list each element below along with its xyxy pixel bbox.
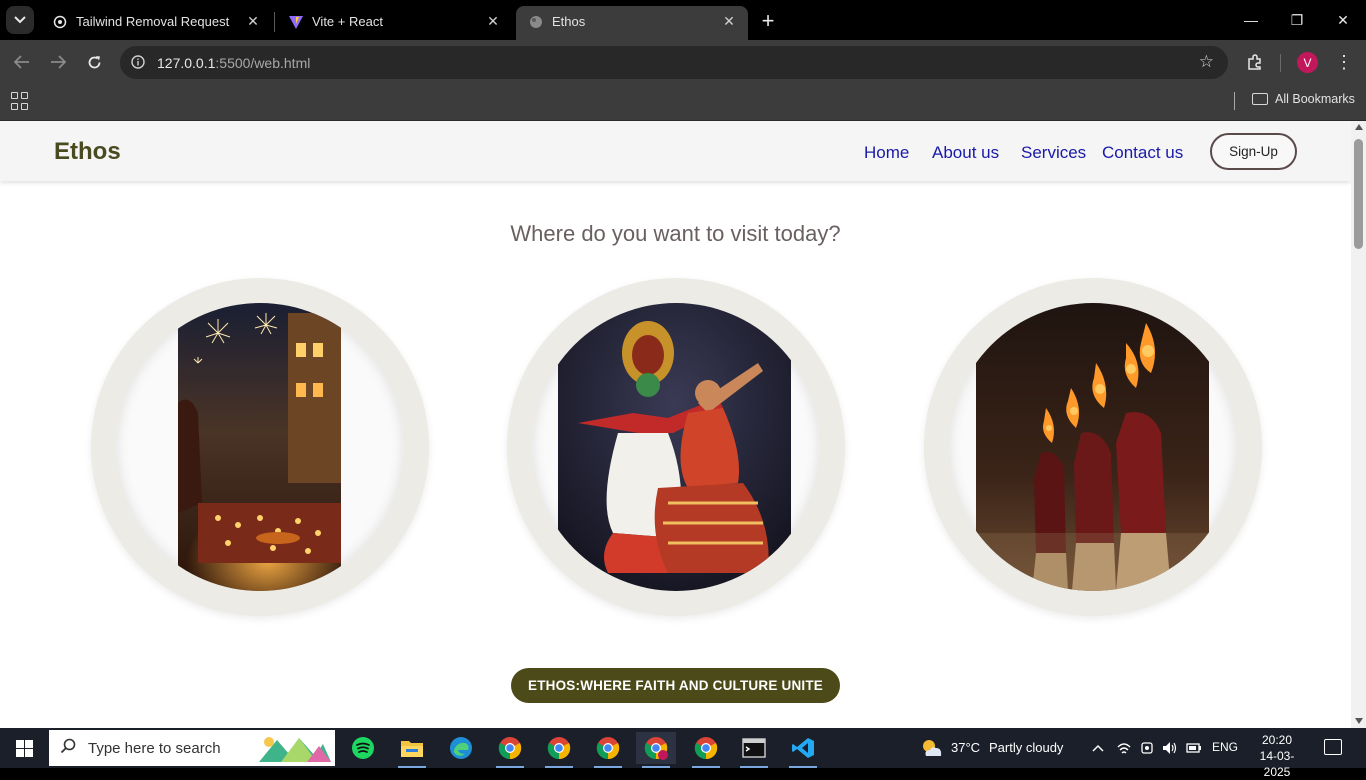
language-indicator[interactable]: ENG: [1212, 740, 1238, 754]
nav-link-about-us[interactable]: About us: [932, 143, 999, 163]
vscode-icon[interactable]: [783, 732, 823, 768]
page-scrollbar[interactable]: [1351, 121, 1366, 728]
browser-tab-bar: Tailwind Removal Request ✕ Vite + React …: [0, 0, 1366, 40]
more-menu-icon[interactable]: ⋮: [1334, 51, 1354, 73]
chrome-icon[interactable]: [588, 732, 628, 768]
folder-icon: [1252, 93, 1268, 105]
tab-title: Tailwind Removal Request: [76, 14, 230, 29]
close-icon[interactable]: ✕: [720, 12, 738, 30]
windows-taskbar: Type here to search 37°C Partly cloudy E…: [0, 728, 1366, 779]
all-bookmarks-label: All Bookmarks: [1275, 92, 1355, 106]
weather-description[interactable]: Partly cloudy: [989, 740, 1063, 755]
profile-avatar[interactable]: V: [1297, 52, 1318, 73]
new-tab-button[interactable]: +: [756, 8, 780, 33]
ganga-aarti-photo[interactable]: [976, 303, 1209, 591]
destination-card-1[interactable]: [91, 278, 429, 616]
all-bookmarks-button[interactable]: All Bookmarks: [1252, 92, 1355, 106]
reload-icon: [88, 55, 100, 68]
destination-card-frame: [532, 303, 820, 591]
site-header: Ethos Home About us Services Contact us …: [0, 121, 1351, 181]
close-icon[interactable]: ✕: [484, 12, 502, 30]
chrome-icon[interactable]: [636, 732, 676, 768]
bookmarks-bar: All Bookmarks: [0, 84, 1366, 121]
close-icon[interactable]: ✕: [244, 12, 262, 30]
file-explorer-icon[interactable]: [392, 732, 432, 768]
tab-vite-react[interactable]: Vite + React ✕: [276, 6, 512, 40]
arrow-right-icon: [51, 55, 66, 69]
chrome-icon[interactable]: [490, 732, 530, 768]
back-button[interactable]: [10, 50, 34, 74]
destination-card-3[interactable]: [924, 278, 1262, 616]
weather-temperature[interactable]: 37°C: [951, 740, 980, 755]
url-text[interactable]: 127.0.0.1:5500/web.html: [157, 55, 310, 71]
tab-divider: [274, 12, 275, 32]
classical-dance-photo[interactable]: [558, 303, 791, 591]
site-info-icon[interactable]: [130, 54, 146, 70]
site-logo[interactable]: Ethos: [54, 138, 121, 166]
scrollbar-thumb[interactable]: [1354, 139, 1363, 249]
search-icon: [60, 738, 76, 759]
address-bar[interactable]: 127.0.0.1:5500/web.html ☆: [120, 46, 1228, 79]
scroll-down-arrow-icon[interactable]: [1355, 718, 1363, 724]
tab-search-button[interactable]: [6, 6, 34, 34]
tab-tailwind-removal-request[interactable]: Tailwind Removal Request ✕: [40, 6, 272, 40]
battery-icon[interactable]: [1185, 740, 1203, 756]
extensions-icon[interactable]: [1244, 51, 1266, 73]
destination-card-frame: [949, 303, 1237, 591]
search-placeholder: Type here to search: [88, 740, 221, 757]
page-viewport: Ethos Home About us Services Contact us …: [0, 121, 1366, 728]
nav-link-home[interactable]: Home: [864, 143, 909, 163]
scroll-up-arrow-icon[interactable]: [1355, 124, 1363, 130]
weather-partly-cloudy-icon[interactable]: [920, 737, 944, 759]
sign-up-button[interactable]: Sign-Up: [1210, 133, 1297, 170]
meet-now-icon[interactable]: [1138, 740, 1156, 756]
toolbar-divider: [1280, 54, 1281, 72]
tab-ethos[interactable]: Ethos ✕: [516, 6, 748, 40]
minimize-button[interactable]: —: [1238, 8, 1264, 32]
maximize-button[interactable]: ❐: [1284, 8, 1310, 32]
clock-time: 20:20: [1261, 733, 1293, 747]
spotify-icon[interactable]: [343, 732, 383, 764]
terminal-icon[interactable]: [734, 732, 774, 768]
volume-icon[interactable]: [1161, 740, 1179, 756]
tab-title: Ethos: [552, 14, 586, 29]
url-host: 127.0.0.1: [157, 55, 216, 71]
browser-toolbar: 127.0.0.1:5500/web.html ☆ V ⋮: [0, 40, 1366, 84]
edge-icon[interactable]: [441, 732, 481, 764]
page-headline: Where do you want to visit today?: [510, 221, 841, 246]
vite-icon: [288, 14, 304, 30]
openai-icon: [52, 14, 68, 30]
nav-link-services[interactable]: Services: [1021, 143, 1086, 163]
reload-button[interactable]: [82, 50, 106, 74]
destination-card-2[interactable]: [507, 278, 845, 616]
arrow-left-icon: [14, 55, 29, 69]
nav-link-contact-us[interactable]: Contact us: [1102, 143, 1183, 163]
search-highlight-art-icon: [259, 737, 331, 762]
clock-date: 14-03-2025: [1259, 749, 1295, 779]
chrome-icon[interactable]: [539, 732, 579, 768]
bookmarks-divider: [1234, 92, 1235, 110]
bookmark-star-icon[interactable]: ☆: [1199, 52, 1214, 72]
close-window-button[interactable]: ✕: [1330, 8, 1356, 32]
chrome-icon[interactable]: [686, 732, 726, 768]
forward-button[interactable]: [46, 50, 70, 74]
notification-center-icon[interactable]: [1324, 739, 1342, 755]
windows-start-icon[interactable]: [16, 740, 33, 757]
taskbar-search[interactable]: Type here to search: [49, 730, 335, 766]
system-clock[interactable]: 20:20 14-03-2025: [1247, 732, 1307, 780]
chevron-up-icon[interactable]: [1089, 740, 1107, 756]
tagline-banner[interactable]: ETHOS:WHERE FAITH AND CULTURE UNITE: [511, 668, 840, 703]
destination-card-frame: [116, 303, 404, 591]
url-path: :5500/web.html: [215, 55, 311, 71]
tab-title: Vite + React: [312, 14, 383, 29]
wifi-icon[interactable]: [1115, 740, 1133, 756]
apps-grid-icon[interactable]: [11, 92, 29, 110]
globe-icon: [528, 14, 544, 30]
chevron-down-icon: [14, 16, 26, 24]
diwali-festival-photo[interactable]: [178, 303, 341, 591]
